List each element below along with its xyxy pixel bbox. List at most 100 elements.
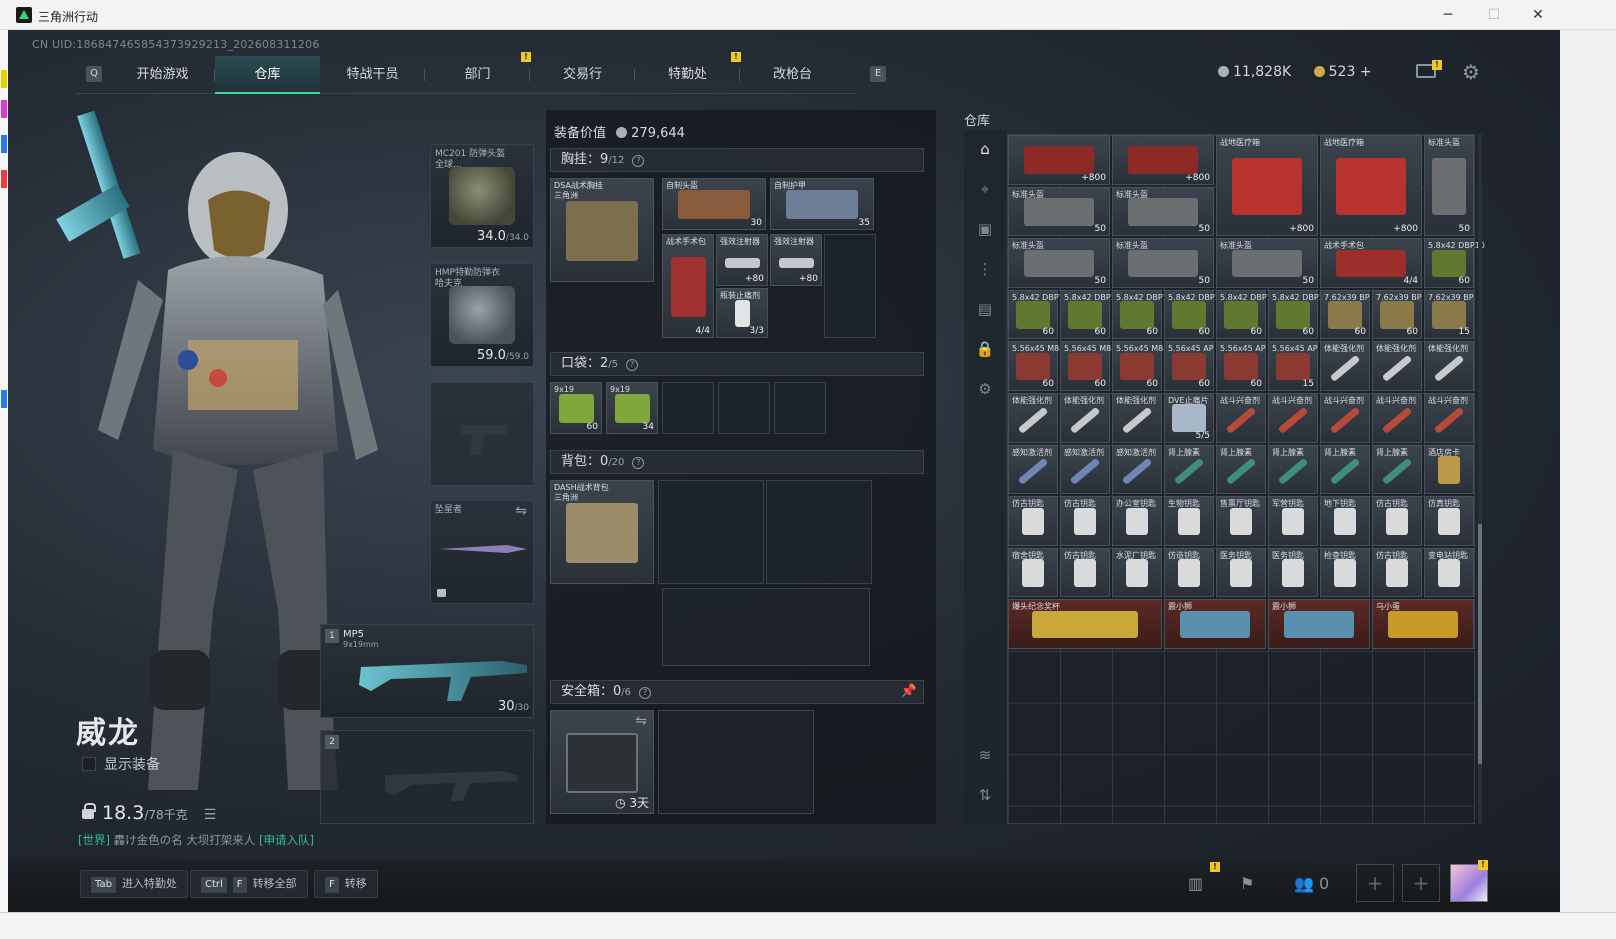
add-gold-button[interactable]: + [1360, 64, 1372, 80]
help-icon[interactable]: ? [632, 155, 645, 167]
pocket-item[interactable]: 9x19 60 [550, 382, 602, 434]
warehouse-item[interactable]: 肾上腺素 [1268, 444, 1318, 495]
warehouse-item[interactable]: 标准头盔 50 [1008, 186, 1110, 237]
warehouse-item[interactable]: 5.56x45 M855 60 [1112, 341, 1173, 391]
swap-icon[interactable]: ⇋ [635, 713, 647, 729]
tab-trade[interactable]: 交易行 [530, 56, 635, 94]
warehouse-item[interactable]: 医务钥匙 [1268, 547, 1318, 598]
warehouse-item[interactable]: 5.8x42 DBP10 60 [1216, 289, 1277, 340]
warehouse-item[interactable]: 7.62x39 BP 60 [1320, 289, 1370, 340]
warehouse-all-icon[interactable]: ⌂ [974, 138, 996, 160]
close-icon[interactable]: ✕ [1518, 4, 1558, 26]
pocket-item[interactable]: 9x19 34 [606, 382, 658, 434]
warehouse-item[interactable]: 售票厅钥匙 [1216, 496, 1266, 546]
backpack-empty-cell[interactable] [766, 480, 872, 584]
warehouse-item[interactable]: 体能强化剂 [1060, 393, 1110, 443]
warehouse-item[interactable]: 仿造钥匙 [1164, 547, 1214, 598]
warehouse-item[interactable]: 战地医疗箱 +800 [1216, 135, 1318, 237]
warehouse-item[interactable]: 战斗兴奋剂 [1372, 393, 1422, 443]
warehouse-item[interactable]: 5.8x42 DBP10 60 [1268, 289, 1329, 340]
warehouse-item[interactable]: 5.56x45 AP 60 [1164, 341, 1214, 391]
backpack-item[interactable]: DASH战术背包 三角洲 [550, 480, 654, 584]
warehouse-item[interactable]: 感知激活剂 [1112, 444, 1162, 495]
backpack-empty-cell[interactable] [658, 480, 764, 584]
warehouse-item[interactable]: 感知激活剂 [1008, 444, 1058, 495]
tab-special-ops[interactable]: 特勤处! [635, 52, 741, 94]
warehouse-item[interactable]: 仿古钥匙 [1372, 547, 1422, 598]
warehouse-item[interactable]: 仿古钥匙 [1060, 547, 1110, 598]
squad-icon[interactable]: 👥 0 [1294, 874, 1329, 893]
warehouse-item[interactable]: 医务钥匙 [1216, 547, 1266, 598]
rig-grid-item[interactable]: 战术手术包 4/4 [662, 234, 714, 338]
warehouse-item[interactable]: 战地医疗箱 +800 [1320, 135, 1422, 237]
pin-icon[interactable]: 📌 [901, 681, 917, 703]
warehouse-item[interactable]: 仿古钥匙 [1060, 496, 1110, 546]
warehouse-item[interactable]: 5.8x42 DBP10 60 [1112, 289, 1173, 340]
helmet-slot[interactable]: MC201 防弹头盔 全球... 34.0/34.0 [430, 144, 534, 248]
warehouse-item[interactable]: 震小狮 [1164, 599, 1266, 649]
warehouse-item[interactable]: 7.62x39 BP 60 [1372, 289, 1422, 340]
add-teammate-button[interactable]: + [1356, 864, 1394, 902]
items-filter-icon[interactable]: ▤ [974, 298, 996, 320]
safebox-empty-cell[interactable] [658, 710, 814, 814]
warehouse-item[interactable]: 水泥厂钥匙 [1112, 547, 1162, 598]
warehouse-item[interactable]: 爆头纪念奖杯 [1008, 599, 1162, 649]
warehouse-item[interactable]: 战斗兴奋剂 [1320, 393, 1370, 443]
warehouse-item[interactable]: 肾上腺素 [1372, 444, 1422, 495]
nav-next-key[interactable]: E [870, 66, 886, 82]
warehouse-item[interactable]: 震小狮 [1268, 599, 1370, 649]
warehouse-item[interactable]: 体能强化剂 [1424, 341, 1474, 391]
ammo-filter-icon[interactable]: ⋮ [974, 258, 996, 280]
warehouse-item[interactable]: 5.8x42 DBP10 60 [1008, 289, 1069, 340]
warehouse-item[interactable]: 战斗兴奋剂 [1268, 393, 1318, 443]
warehouse-item[interactable]: 5.8x42 DBP10 60 [1164, 289, 1225, 340]
warehouse-item[interactable]: 战斗兴奋剂 [1424, 393, 1474, 443]
rig-grid-item[interactable]: 强效注射器 +80 [716, 234, 768, 286]
warehouse-item[interactable]: 肾上腺素 [1216, 444, 1266, 495]
warehouse-item[interactable]: 5.56x45 AP 15 [1268, 341, 1318, 391]
warehouse-item[interactable]: 5.8x42 DBP10 60 [1060, 289, 1121, 340]
sort-icon[interactable]: ⇅ [974, 784, 996, 806]
backpack-empty-cell[interactable] [662, 588, 870, 666]
scrollbar-thumb[interactable] [1478, 524, 1482, 764]
warehouse-item[interactable]: 仿古钥匙 [1008, 496, 1058, 546]
warehouse-item[interactable]: 战术手术包 4/4 [1320, 238, 1422, 288]
warehouse-item[interactable]: 标准头盔 50 [1008, 238, 1110, 288]
rig-grid-item[interactable]: 强效注射器 +80 [770, 234, 822, 286]
tab-department[interactable]: 部门! [425, 52, 531, 94]
rig-grid-item[interactable]: 瓶装止痛剂 3/3 [716, 288, 768, 338]
warehouse-item[interactable]: 检查钥匙 [1320, 547, 1370, 598]
minimize-icon[interactable]: ─ [1428, 4, 1468, 26]
warehouse-item[interactable]: 肾上腺素 [1164, 444, 1214, 495]
flag-icon[interactable]: ⚑ [1240, 874, 1254, 893]
tab-gunsmith[interactable]: 改枪台 [740, 56, 845, 94]
armor-filter-icon[interactable]: ▣ [974, 218, 996, 240]
hint-transfer-all[interactable]: Ctrl F 转移全部 [190, 870, 308, 898]
help-icon[interactable]: ? [626, 359, 639, 371]
rig-empty-cell[interactable] [824, 234, 876, 338]
pocket-empty-cell[interactable] [662, 382, 714, 434]
help-icon[interactable]: ? [639, 687, 652, 699]
warehouse-settings-icon[interactable]: ⚙ [974, 378, 996, 400]
warehouse-item[interactable]: +800 [1112, 135, 1214, 185]
warehouse-item[interactable]: DVE止痛片 5/5 [1164, 393, 1214, 443]
warehouse-item[interactable]: 标准头盔 50 [1424, 135, 1474, 237]
warehouse-item[interactable]: 体能强化剂 [1320, 341, 1370, 391]
warehouse-item[interactable]: 标准头盔 50 [1112, 186, 1214, 237]
checkbox[interactable] [82, 757, 96, 771]
rig-item[interactable]: DSA战术胸挂 三角洲 [550, 178, 654, 282]
pocket-empty-cell[interactable] [774, 382, 826, 434]
settings-gear-icon[interactable]: ⚙ [1462, 60, 1480, 84]
warehouse-item[interactable]: +800 [1008, 135, 1110, 185]
warehouse-item[interactable]: 7.62x39 BP 15 [1424, 289, 1474, 340]
primary-weapon-slot[interactable]: 1 MP5 9x19mm 30/30 [320, 624, 534, 718]
secondary-weapon-slot[interactable]: 2 [320, 730, 534, 824]
nav-prev-key[interactable]: Q [86, 66, 102, 82]
armor-slot[interactable]: HMP特勤防弹衣 哈夫克 59.0/59.0 [430, 263, 534, 367]
warehouse-item[interactable]: 乌小蛋 [1372, 599, 1474, 649]
world-chat[interactable]: [世界] 轟け金色の名 大坝打架来人 [申请入队] [78, 832, 314, 848]
pistol-slot[interactable] [430, 382, 534, 486]
melee-slot[interactable]: 坠星者 ⇋ [430, 500, 534, 604]
warehouse-item[interactable]: 5.8x42 DBP10 60 [1424, 238, 1485, 288]
warehouse-item[interactable]: 酒店房卡 [1424, 444, 1474, 495]
